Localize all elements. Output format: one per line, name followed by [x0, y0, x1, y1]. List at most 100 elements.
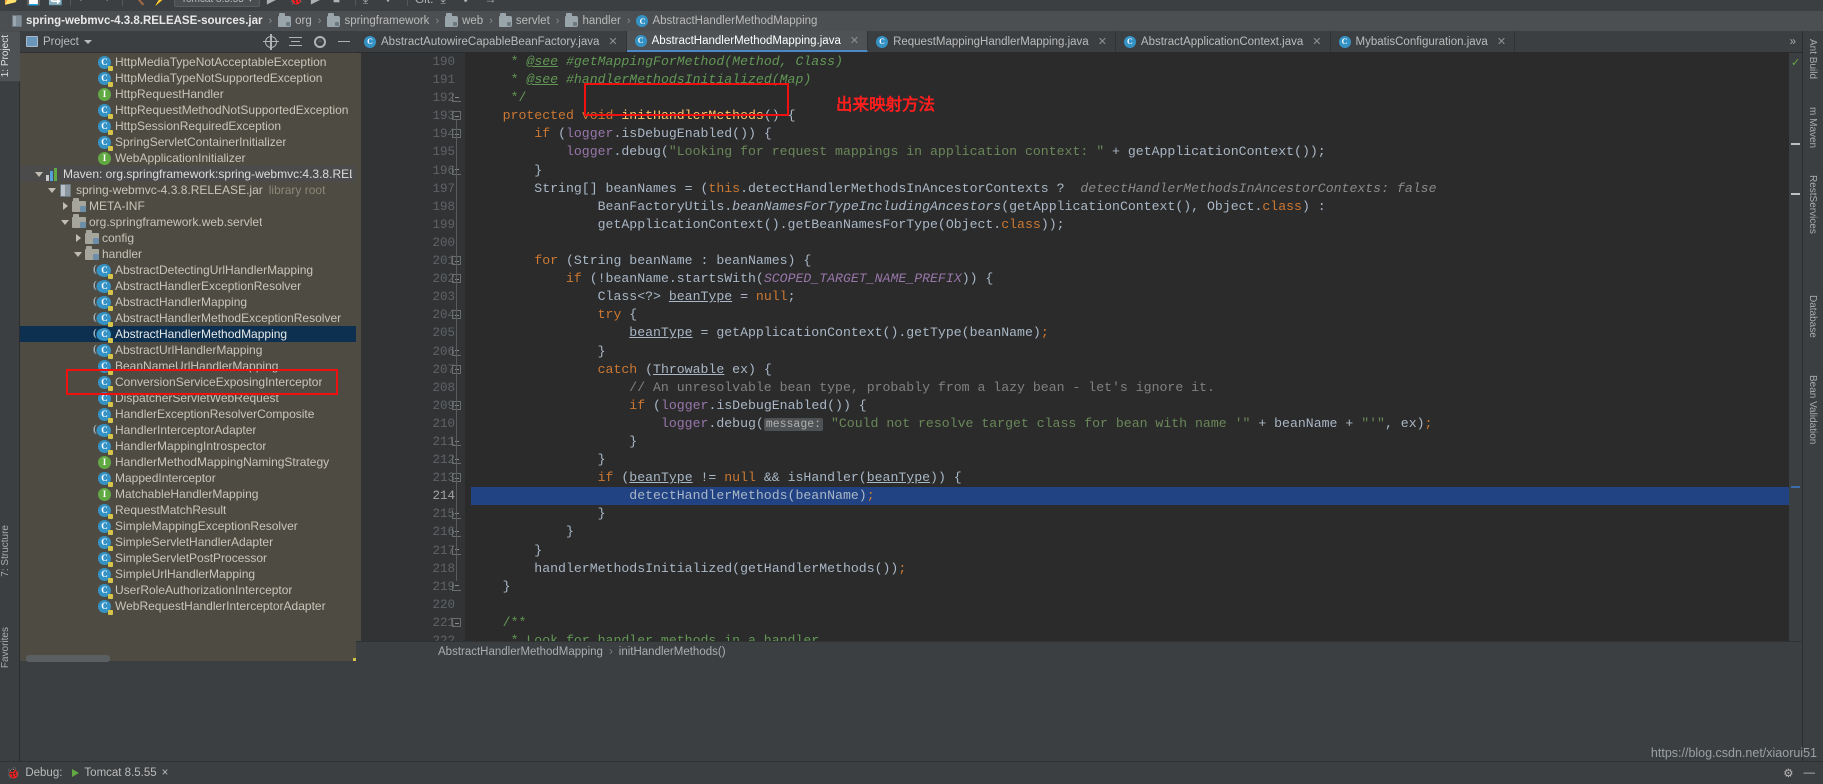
chevron-right-icon[interactable]: [59, 202, 71, 210]
breadcrumb-item-6[interactable]: C AbstractHandlerMethodMapping: [634, 15, 819, 27]
code-line-216[interactable]: }: [471, 523, 1789, 541]
close-icon[interactable]: ✕: [850, 34, 859, 47]
run-anything-icon[interactable]: ⚡: [152, 0, 167, 7]
tree-node-mappedinterceptor[interactable]: C MappedInterceptor: [20, 470, 356, 487]
close-icon[interactable]: ✕: [1312, 35, 1321, 48]
breadcrumb-item-5[interactable]: handler: [563, 12, 622, 27]
tree-node-dispatcherservletwebrequest[interactable]: C DispatcherServletWebRequest: [20, 390, 356, 407]
close-icon[interactable]: ✕: [608, 35, 617, 48]
run-coverage-icon[interactable]: ▶: [311, 0, 326, 7]
code-line-217[interactable]: }: [471, 542, 1789, 560]
tree-node-httpmediatypenotacceptableexception[interactable]: C HttpMediaTypeNotAcceptableException: [20, 54, 356, 71]
gutter-line-number[interactable]: 216: [361, 523, 465, 541]
code-line-202[interactable]: if (!beanName.startsWith(SCOPED_TARGET_N…: [471, 270, 1789, 288]
update-project-icon[interactable]: ⤓: [363, 0, 378, 7]
gutter-line-number[interactable]: 222: [361, 632, 465, 641]
tree-node-abstractdetectingurlhandlermapping[interactable]: CAbstractDetectingUrlHandlerMapping: [20, 262, 356, 279]
code-line-210[interactable]: logger.debug(message: "Could not resolve…: [471, 415, 1789, 433]
code-line-197[interactable]: String[] beanNames = (this.detectHandler…: [471, 180, 1789, 198]
commit-icon[interactable]: ✓: [385, 0, 400, 7]
tree-node-abstracthandlermethodexceptionresolver[interactable]: CAbstractHandlerMethodExceptionResolver: [20, 310, 356, 327]
code-line-200[interactable]: [471, 234, 1789, 252]
project-tree[interactable]: C HttpMediaTypeNotAcceptableException C Htt…: [20, 53, 356, 661]
gutter-line-number[interactable]: 204: [361, 306, 465, 324]
chevron-down-icon[interactable]: [59, 219, 71, 225]
tree-node-matchablehandlermapping[interactable]: I MatchableHandlerMapping: [20, 486, 356, 661]
compile-icon[interactable]: 🔨: [130, 0, 145, 7]
code-line-204[interactable]: try {: [471, 306, 1789, 324]
chevron-right-icon[interactable]: [72, 234, 84, 242]
vcs-commit-icon[interactable]: ✔: [463, 0, 478, 7]
collapse-all-icon[interactable]: [289, 36, 302, 48]
gutter-line-number[interactable]: 212: [361, 451, 465, 469]
code-line-201[interactable]: for (String beanName : beanNames) {: [471, 252, 1789, 270]
close-icon[interactable]: ×: [162, 767, 169, 779]
gutter-line-number[interactable]: 190: [361, 53, 465, 71]
breadcrumb-method[interactable]: initHandlerMethods(): [619, 646, 726, 658]
gutter-line-number[interactable]: 211: [361, 433, 465, 451]
sync-icon[interactable]: 🔄: [48, 0, 63, 7]
code-line-211[interactable]: }: [471, 433, 1789, 451]
gutter-line-number[interactable]: 200: [361, 234, 465, 252]
tree-node-springservletcontainerinitializer[interactable]: C SpringServletContainerInitializer: [20, 134, 356, 151]
chevron-down-icon[interactable]: [33, 171, 45, 177]
gutter-line-number[interactable]: 199: [361, 216, 465, 234]
code-line-215[interactable]: }: [471, 505, 1789, 523]
code-line-209[interactable]: if (logger.isDebugEnabled()) {: [471, 397, 1789, 415]
gutter-line-number[interactable]: 196: [361, 162, 465, 180]
editor-tab-abstractapplicationcontext-java[interactable]: C AbstractApplicationContext.java ✕: [1116, 31, 1331, 52]
gutter-line-number[interactable]: 203: [361, 288, 465, 306]
gutter-line-number[interactable]: 213: [361, 469, 465, 487]
gutter-line-number[interactable]: 207: [361, 361, 465, 379]
gutter-line-number[interactable]: 215: [361, 505, 465, 523]
tree-node-maven--org-springframework-spring-webmvc-4-3-8-release[interactable]: Maven: org.springframework:spring-webmvc…: [20, 166, 356, 182]
tree-node-httpsessionrequiredexception[interactable]: C HttpSessionRequiredException: [20, 118, 356, 135]
fold-end-icon[interactable]: [452, 93, 461, 103]
fold-collapse-icon[interactable]: [452, 618, 461, 628]
code-line-203[interactable]: Class<?> beanType = null;: [471, 288, 1789, 306]
code-line-190[interactable]: * @see #getMappingForMethod(Method, Clas…: [471, 53, 1789, 71]
gutter-line-number[interactable]: 194: [361, 125, 465, 143]
tool-tab-ant-build[interactable]: Ant Build: [1802, 35, 1823, 83]
tree-node-org-springframework-web-servlet[interactable]: org.springframework.web.servlet: [20, 213, 356, 230]
tree-node-handlerinterceptoradapter[interactable]: CHandlerInterceptorAdapter: [20, 422, 356, 439]
hide-icon[interactable]: —: [1804, 767, 1816, 779]
code-line-213[interactable]: if (beanType != null && isHandler(beanTy…: [471, 469, 1789, 487]
code-line-222[interactable]: * Look for handler methods in a handler.: [471, 632, 1789, 641]
editor-marker-stripe[interactable]: ✓: [1789, 53, 1802, 641]
breadcrumb-item-4[interactable]: servlet: [497, 12, 552, 27]
tree-node-simpleservletpostprocessor[interactable]: C SimpleServletPostProcessor: [20, 550, 356, 567]
tree-node-handlermappingintrospector[interactable]: C HandlerMappingIntrospector: [20, 438, 356, 455]
breadcrumb-item-2[interactable]: springframework: [325, 12, 431, 27]
gutter-line-number[interactable]: 201: [361, 252, 465, 270]
editor-tab-requestmappinghandlermapping-java[interactable]: C RequestMappingHandlerMapping.java ✕: [868, 31, 1116, 52]
tree-node-simpleurlhandlermapping[interactable]: C SimpleUrlHandlerMapping: [20, 566, 356, 583]
tree-node-httpmediatypenotsupportedexception[interactable]: C HttpMediaTypeNotSupportedException: [20, 70, 356, 87]
tree-node-conversionserviceexposinginterceptor[interactable]: C ConversionServiceExposingInterceptor: [20, 374, 356, 391]
redo-icon[interactable]: ↷: [100, 0, 115, 7]
run-icon[interactable]: ▶: [267, 0, 282, 7]
gear-icon[interactable]: ⚙: [1783, 766, 1793, 780]
gutter-line-number[interactable]: 202: [361, 270, 465, 288]
close-icon[interactable]: ✕: [1098, 35, 1107, 48]
code-line-192[interactable]: */: [471, 89, 1789, 107]
breadcrumb-item-3[interactable]: web: [443, 12, 485, 27]
debug-icon[interactable]: 🐞: [289, 0, 304, 7]
fold-end-icon[interactable]: [452, 581, 461, 591]
editor-tab-bar[interactable]: C AbstractAutowireCapableBeanFactory.java…: [356, 31, 1802, 53]
code-line-219[interactable]: }: [471, 578, 1789, 596]
tool-tab-database[interactable]: Database: [1802, 291, 1823, 342]
editor-code-text[interactable]: * @see #getMappingForMethod(Method, Clas…: [465, 53, 1789, 641]
gutter-line-number[interactable]: 193: [361, 107, 465, 125]
chevron-down-icon[interactable]: [72, 251, 84, 257]
gutter-line-number[interactable]: 209: [361, 397, 465, 415]
gutter-line-number[interactable]: 195: [361, 143, 465, 161]
chevron-down-icon[interactable]: [46, 187, 58, 193]
chevron-right-icon[interactable]: »: [1790, 36, 1796, 48]
code-line-193[interactable]: protected void initHandlerMethods() {: [471, 107, 1789, 125]
tree-node-simpleservlethandleradapter[interactable]: C SimpleServletHandlerAdapter: [20, 534, 356, 551]
tree-node-spring-webmvc-4-3-8-release-jar[interactable]: spring-webmvc-4.3.8.RELEASE.jar library r…: [20, 182, 356, 198]
undo-icon[interactable]: ↶: [78, 0, 93, 7]
gutter-line-number[interactable]: 219: [361, 578, 465, 596]
tree-node-requestmatchresult[interactable]: C RequestMatchResult: [20, 502, 356, 519]
